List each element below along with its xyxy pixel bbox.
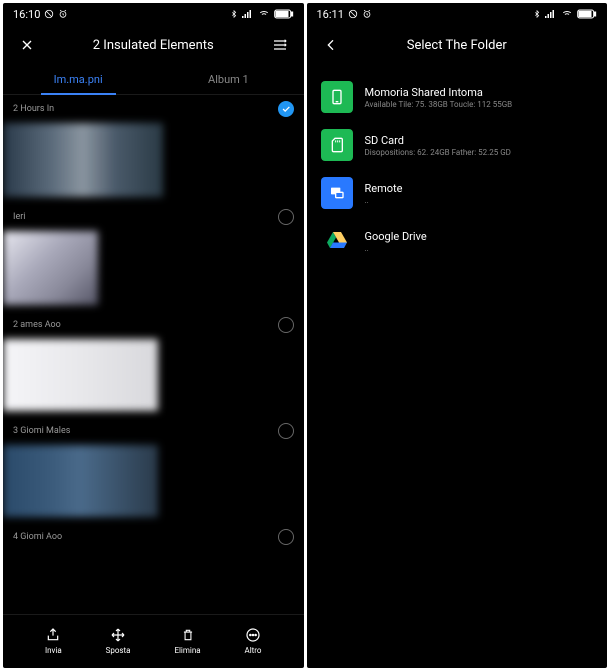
google-drive-icon: [321, 225, 353, 257]
status-time: 16:10: [13, 8, 40, 21]
signal-icon: [545, 9, 557, 19]
close-icon: [19, 37, 35, 53]
folder-subtitle: ..: [365, 244, 427, 253]
folder-list: Momoria Shared Intoma Available Tile: 75…: [307, 65, 608, 273]
thumbnail[interactable]: [3, 231, 304, 305]
section-checkbox-checked[interactable]: [278, 101, 294, 117]
more-icon: [245, 627, 261, 643]
header-title: Select The Folder: [343, 38, 572, 53]
section-header[interactable]: 2 Hours In: [3, 95, 304, 123]
bluetooth-icon: [230, 9, 238, 19]
phone-right: 16:11 Select The Folder Momoria Shared I…: [307, 3, 608, 668]
close-button[interactable]: [15, 37, 39, 53]
bottom-bar: Invia Sposta Elimina Altro: [3, 614, 304, 668]
tabs: Im.ma.pni Album 1: [3, 65, 304, 95]
section-label: 2 ames Aoo: [13, 320, 61, 330]
alarm-icon: [362, 9, 372, 19]
filter-button[interactable]: [268, 37, 292, 53]
alarm-icon: [58, 9, 68, 19]
thumbnail[interactable]: [3, 123, 304, 197]
folder-sd-card[interactable]: SD Card Disopositions: 62. 24GB Father: …: [307, 121, 608, 169]
dnd-icon: [44, 9, 54, 19]
phone-left: 16:10 2 Insulated Elements Im.ma.pni Alb…: [3, 3, 304, 668]
thumbnail[interactable]: [3, 445, 304, 517]
section-checkbox[interactable]: [278, 209, 294, 225]
folder-title: Google Drive: [365, 230, 427, 243]
folder-title: Remote: [365, 182, 403, 195]
section-checkbox[interactable]: [278, 423, 294, 439]
folder-remote[interactable]: Remote ..: [307, 169, 608, 217]
header: Select The Folder: [307, 25, 608, 65]
section-label: 2 Hours In: [13, 104, 54, 114]
check-icon: [281, 104, 291, 114]
tab-images[interactable]: Im.ma.pni: [3, 65, 153, 94]
status-bar: 16:11: [307, 3, 608, 25]
bluetooth-icon: [533, 9, 541, 19]
section-label: Ieri: [13, 212, 25, 222]
send-button[interactable]: Invia: [45, 627, 62, 655]
folder-title: SD Card: [365, 134, 511, 147]
battery-icon: [274, 9, 294, 19]
filter-icon: [271, 37, 289, 53]
tab-album[interactable]: Album 1: [153, 65, 303, 94]
content-scroll[interactable]: 2 Hours In Ieri 2 ames Aoo 3 Giomi Males…: [3, 95, 304, 614]
section-header[interactable]: 4 Giomi Aoo: [3, 523, 304, 551]
back-button[interactable]: [319, 37, 343, 53]
section-header[interactable]: Ieri: [3, 203, 304, 231]
folder-subtitle: Disopositions: 62. 24GB Father: 52.25 GD: [365, 148, 511, 157]
status-time: 16:11: [317, 8, 344, 21]
folder-subtitle: ..: [365, 196, 403, 205]
battery-icon: [577, 9, 597, 19]
delete-button[interactable]: Elimina: [174, 627, 200, 655]
share-icon: [45, 627, 61, 643]
phone-storage-icon: [321, 81, 353, 113]
move-button[interactable]: Sposta: [106, 627, 131, 655]
folder-title: Momoria Shared Intoma: [365, 86, 513, 99]
section-header[interactable]: 3 Giomi Males: [3, 417, 304, 445]
folder-google-drive[interactable]: Google Drive ..: [307, 217, 608, 265]
wifi-icon: [561, 9, 573, 19]
signal-icon: [242, 9, 254, 19]
trash-icon: [181, 627, 195, 643]
section-header[interactable]: 2 ames Aoo: [3, 311, 304, 339]
wifi-icon: [258, 9, 270, 19]
header-title: 2 Insulated Elements: [39, 38, 268, 53]
thumbnail[interactable]: [3, 339, 304, 411]
move-icon: [110, 627, 126, 643]
dnd-icon: [348, 9, 358, 19]
folder-internal-storage[interactable]: Momoria Shared Intoma Available Tile: 75…: [307, 73, 608, 121]
header: 2 Insulated Elements: [3, 25, 304, 65]
section-label: 3 Giomi Males: [13, 426, 70, 436]
section-checkbox[interactable]: [278, 529, 294, 545]
status-bar: 16:10: [3, 3, 304, 25]
section-checkbox[interactable]: [278, 317, 294, 333]
remote-icon: [321, 177, 353, 209]
section-label: 4 Giomi Aoo: [13, 532, 62, 542]
sd-card-icon: [321, 129, 353, 161]
chevron-left-icon: [323, 37, 339, 53]
folder-subtitle: Available Tile: 75. 38GB Toucle: 112 55G…: [365, 100, 513, 109]
more-button[interactable]: Altro: [245, 627, 262, 655]
